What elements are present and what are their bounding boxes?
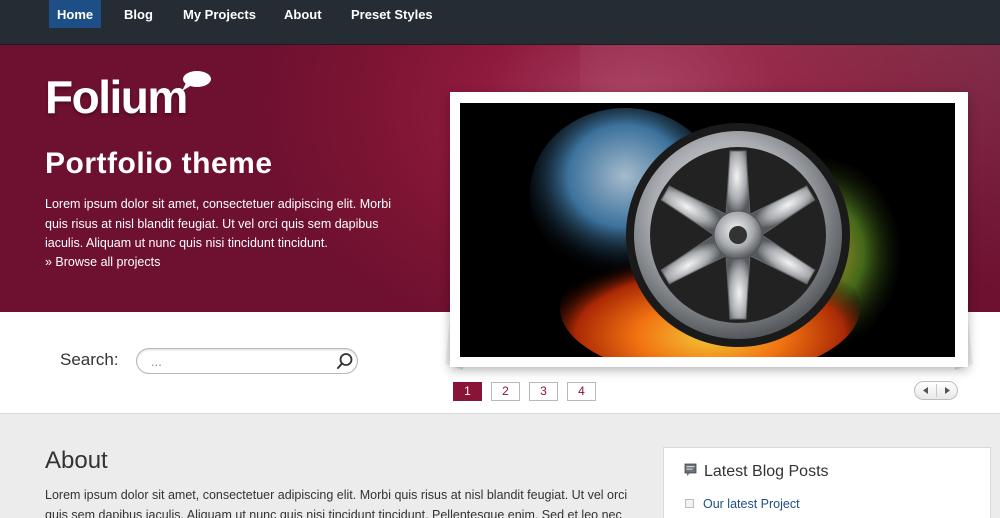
wheel-illustration <box>460 103 955 357</box>
latest-posts-title: Latest Blog Posts <box>704 463 829 480</box>
search-input[interactable] <box>136 348 358 374</box>
nav-item-home[interactable]: Home <box>49 0 102 28</box>
about-heading: About <box>45 447 108 474</box>
browse-projects-link[interactable]: » Browse all projects <box>45 255 160 269</box>
hero-description: Lorem ipsum dolor sit amet, consectetuer… <box>45 197 391 250</box>
slider-page-3[interactable]: 3 <box>529 382 558 401</box>
post-bullet-icon <box>685 499 694 508</box>
slider-page-1[interactable]: 1 <box>453 382 482 401</box>
search-label: Search: <box>60 350 119 369</box>
chevron-right-icon <box>945 387 950 394</box>
top-navigation: Home Blog My Projects About Preset Style… <box>0 0 1000 45</box>
comment-icon <box>684 463 697 476</box>
nav-item-blog[interactable]: Blog <box>116 0 161 28</box>
blog-post-link[interactable]: Our latest Project <box>703 497 800 511</box>
slider-page-4[interactable]: 4 <box>567 382 596 401</box>
slider-prev-button[interactable] <box>915 382 936 399</box>
search-icon[interactable] <box>336 352 354 370</box>
nav-item-preset-styles[interactable]: Preset Styles <box>343 0 441 28</box>
slider-page-2[interactable]: 2 <box>491 382 520 401</box>
slider-next-button[interactable] <box>937 382 958 399</box>
hero-title: Portfolio theme <box>45 147 273 180</box>
site-logo[interactable]: Folium <box>45 74 188 120</box>
nav-item-my-projects[interactable]: My Projects <box>175 0 264 28</box>
slider-arrows <box>914 381 958 400</box>
chevron-left-icon <box>923 387 928 394</box>
nav-item-about[interactable]: About <box>276 0 330 28</box>
about-text: Lorem ipsum dolor sit amet, consectetuer… <box>45 488 628 518</box>
speech-bubble-icon <box>182 71 211 91</box>
slide-image[interactable] <box>460 103 955 357</box>
